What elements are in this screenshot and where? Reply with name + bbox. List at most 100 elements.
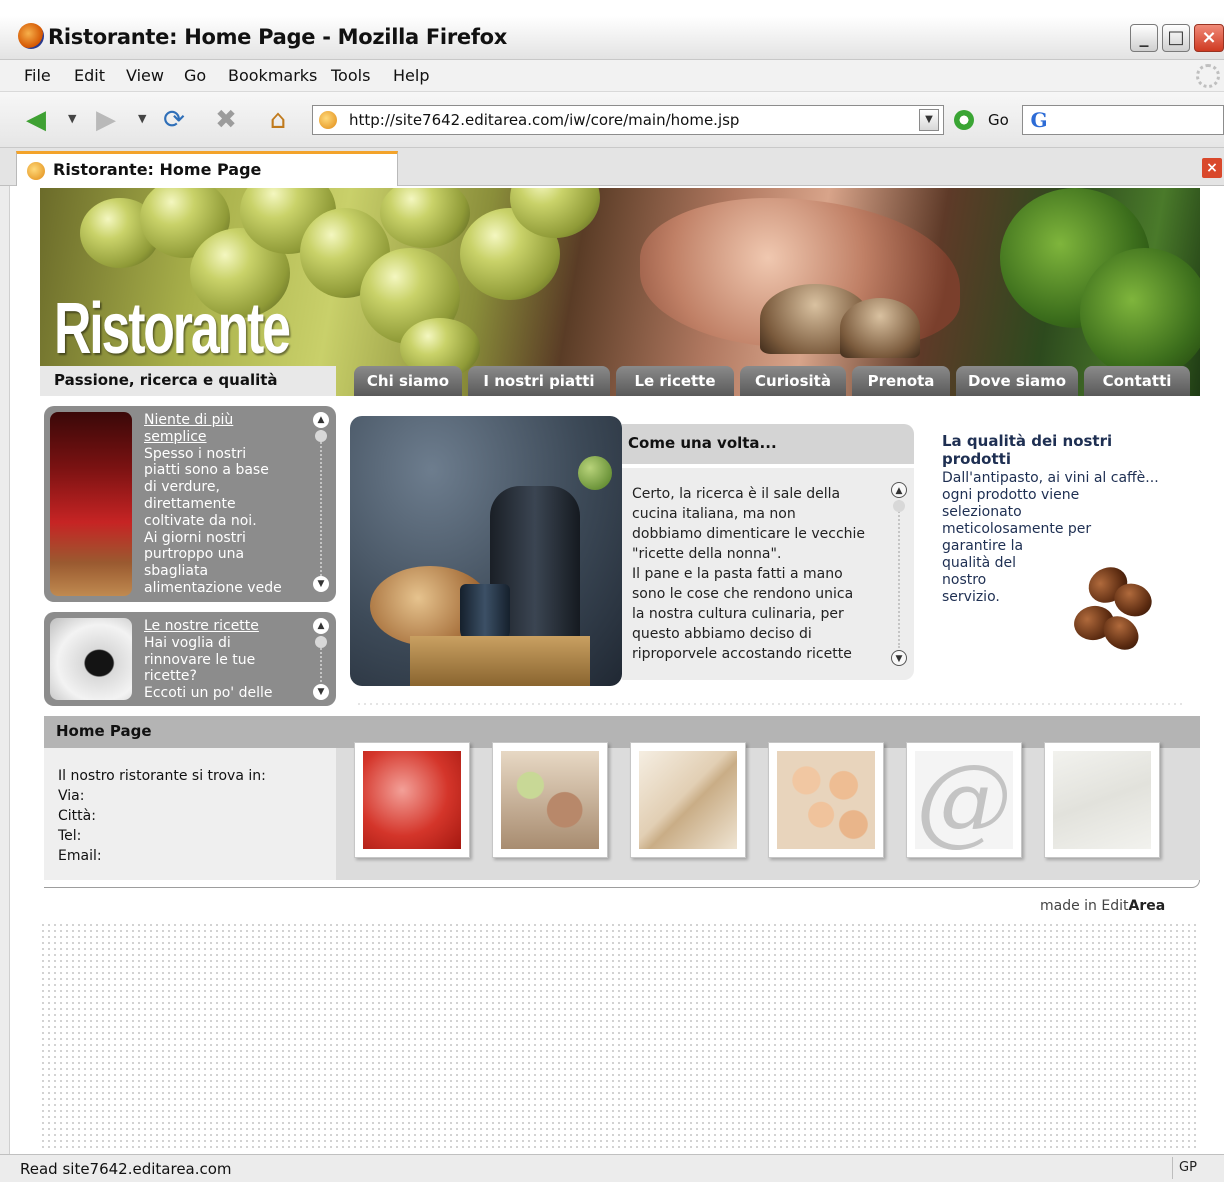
stop-icon[interactable]: ✖ xyxy=(210,104,242,136)
credit-prefix: made in Edit xyxy=(1040,898,1129,914)
site-tagline: Passione, ricerca e qualità xyxy=(54,371,278,389)
scroll-down-icon[interactable]: ▼ xyxy=(313,684,329,700)
news-line: alimentazione vede xyxy=(144,579,282,596)
address-line: Email: xyxy=(58,848,102,864)
news-line: piatti sono a base xyxy=(144,462,269,479)
article-line: Il pane e la pasta fatti a mano xyxy=(632,566,843,582)
nav-tab-curiosita[interactable]: Curiosità xyxy=(740,366,846,396)
scroll-thumb[interactable] xyxy=(893,500,905,512)
news-line: Ai giorni nostri xyxy=(144,529,246,546)
window-titlebar: Ristorante: Home Page - Mozilla Firefox … xyxy=(0,16,1224,60)
viewport-left-edge xyxy=(0,186,10,1154)
maximize-button[interactable]: □ xyxy=(1162,24,1190,52)
tab-bar: Ristorante: Home Page xyxy=(0,148,1224,186)
quality-title: La qualità dei nostri prodotti xyxy=(942,432,1192,468)
dotted-background xyxy=(40,922,1200,1150)
article-scrollbar[interactable]: ▲ ▼ xyxy=(890,482,908,666)
site-logo-text: Ristorante xyxy=(54,289,291,369)
address-bar[interactable]: http://site7642.editarea.com/iw/core/mai… xyxy=(312,105,944,135)
article-line: riproporvele accostando ricette xyxy=(632,646,852,662)
scroll-up-icon[interactable]: ▲ xyxy=(313,412,329,428)
nav-tab-chi-siamo[interactable]: Chi siamo xyxy=(354,366,462,396)
navigation-toolbar: ◀ ▼ ▶ ▼ ⟳ ✖ ⌂ http://site7642.editarea.c… xyxy=(0,92,1224,148)
menu-bar: File Edit View Go Bookmarks Tools Help xyxy=(0,60,1224,92)
home-icon[interactable]: ⌂ xyxy=(262,104,294,136)
scroll-down-icon[interactable]: ▼ xyxy=(891,650,907,666)
news-scrollbar[interactable]: ▲ ▼ xyxy=(312,412,330,594)
forward-dropdown-icon[interactable]: ▼ xyxy=(138,112,146,125)
news-line: Spesso i nostri xyxy=(144,445,247,462)
back-icon[interactable]: ◀ xyxy=(20,104,52,136)
scroll-thumb[interactable] xyxy=(315,636,327,648)
news-line: Eccoti un po' delle xyxy=(144,685,273,702)
article-title: Come una volta... xyxy=(628,434,777,452)
news-line: coltivate da noi. xyxy=(144,512,257,529)
news-line: sbagliata xyxy=(144,563,209,580)
close-tab-icon[interactable]: × xyxy=(1202,158,1222,178)
eggs-image xyxy=(777,751,875,849)
news-line: purtroppo una xyxy=(144,546,245,563)
thumbnail-map[interactable] xyxy=(1044,742,1160,858)
nav-tab-dove-siamo[interactable]: Dove siamo xyxy=(956,366,1078,396)
thumbnail-email-at[interactable]: @ xyxy=(906,742,1022,858)
news-link-le-nostre-ricette[interactable]: Le nostre ricette xyxy=(144,618,294,635)
status-bar: Read site7642.editarea.com GP xyxy=(0,1154,1224,1182)
article-line: la nostra cultura culinaria, per xyxy=(632,606,844,622)
menu-go[interactable]: Go xyxy=(184,66,206,85)
article-line: questo abbiamo deciso di xyxy=(632,626,812,642)
menu-tools[interactable]: Tools xyxy=(331,66,370,85)
forward-icon[interactable]: ▶ xyxy=(90,104,122,136)
credit-bold: Area xyxy=(1128,898,1166,914)
scroll-down-icon[interactable]: ▼ xyxy=(313,576,329,592)
tab-ristorante-home[interactable]: Ristorante: Home Page xyxy=(16,151,398,186)
menu-view[interactable]: View xyxy=(126,66,164,85)
scroll-track[interactable] xyxy=(898,500,900,648)
tomatoes-thumbnail xyxy=(50,412,132,596)
quality-text: Dall'antipasto, ai vini al caffè... ogni… xyxy=(942,470,1192,606)
minimize-button[interactable]: _ xyxy=(1130,24,1158,52)
menu-file[interactable]: File xyxy=(24,66,51,85)
thumbnail-fruit-basket[interactable] xyxy=(492,742,608,858)
news-line: direttamente xyxy=(144,495,236,512)
nav-tab-ricette[interactable]: Le ricette xyxy=(616,366,734,396)
thumbnail-peppers[interactable] xyxy=(354,742,470,858)
quality-line: servizio. xyxy=(942,589,1000,605)
quality-line: meticolosamente per xyxy=(942,521,1092,537)
nav-tab-nostri-piatti[interactable]: I nostri piatti xyxy=(468,366,610,396)
article-line: dobbiamo dimenticare le vecchie xyxy=(632,526,866,542)
google-icon[interactable]: G xyxy=(1027,108,1051,132)
firefox-logo-icon xyxy=(18,23,44,49)
menu-help[interactable]: Help xyxy=(393,66,429,85)
scroll-track[interactable] xyxy=(320,430,322,576)
news-scrollbar[interactable]: ▲ ▼ xyxy=(312,618,330,700)
scroll-thumb[interactable] xyxy=(315,430,327,442)
address-line: Città: xyxy=(58,808,96,824)
back-dropdown-icon[interactable]: ▼ xyxy=(68,112,76,125)
go-button[interactable]: Go xyxy=(954,110,1014,132)
close-window-button[interactable]: × xyxy=(1194,24,1224,52)
scroll-up-icon[interactable]: ▲ xyxy=(313,618,329,634)
quality-section: La qualità dei nostri prodotti Dall'anti… xyxy=(942,432,1192,606)
caviar-thumbnail xyxy=(50,618,132,700)
menu-bookmarks[interactable]: Bookmarks xyxy=(228,66,317,85)
url-text[interactable]: http://site7642.editarea.com/iw/core/mai… xyxy=(349,111,739,129)
status-text: Read site7642.editarea.com xyxy=(20,1160,232,1178)
news-link-niente-di-piu-semplice[interactable]: Niente di più semplice xyxy=(144,412,294,446)
reload-icon[interactable]: ⟳ xyxy=(158,104,190,136)
news-panel-verdure: Niente di più semplice Spesso i nostri p… xyxy=(44,406,336,602)
scroll-up-icon[interactable]: ▲ xyxy=(891,482,907,498)
nav-tab-contatti[interactable]: Contatti xyxy=(1084,366,1190,396)
editarea-credit: made in EditArea xyxy=(1040,898,1165,914)
thumbnail-flour[interactable] xyxy=(630,742,746,858)
search-input[interactable]: G xyxy=(1022,105,1224,135)
cup-decoration xyxy=(460,584,510,644)
nav-tab-prenota[interactable]: Prenota xyxy=(852,366,950,396)
news-line: rinnovare le tue xyxy=(144,651,256,668)
url-history-dropdown-icon[interactable]: ▼ xyxy=(919,109,939,131)
address-line: Il nostro ristorante si trova in: xyxy=(58,768,266,784)
fruit-decoration xyxy=(578,456,612,490)
fruit-basket-image xyxy=(501,751,599,849)
thumbnail-eggs[interactable] xyxy=(768,742,884,858)
news-text-1: Niente di più semplice Spesso i nostri p… xyxy=(144,412,294,597)
menu-edit[interactable]: Edit xyxy=(74,66,105,85)
